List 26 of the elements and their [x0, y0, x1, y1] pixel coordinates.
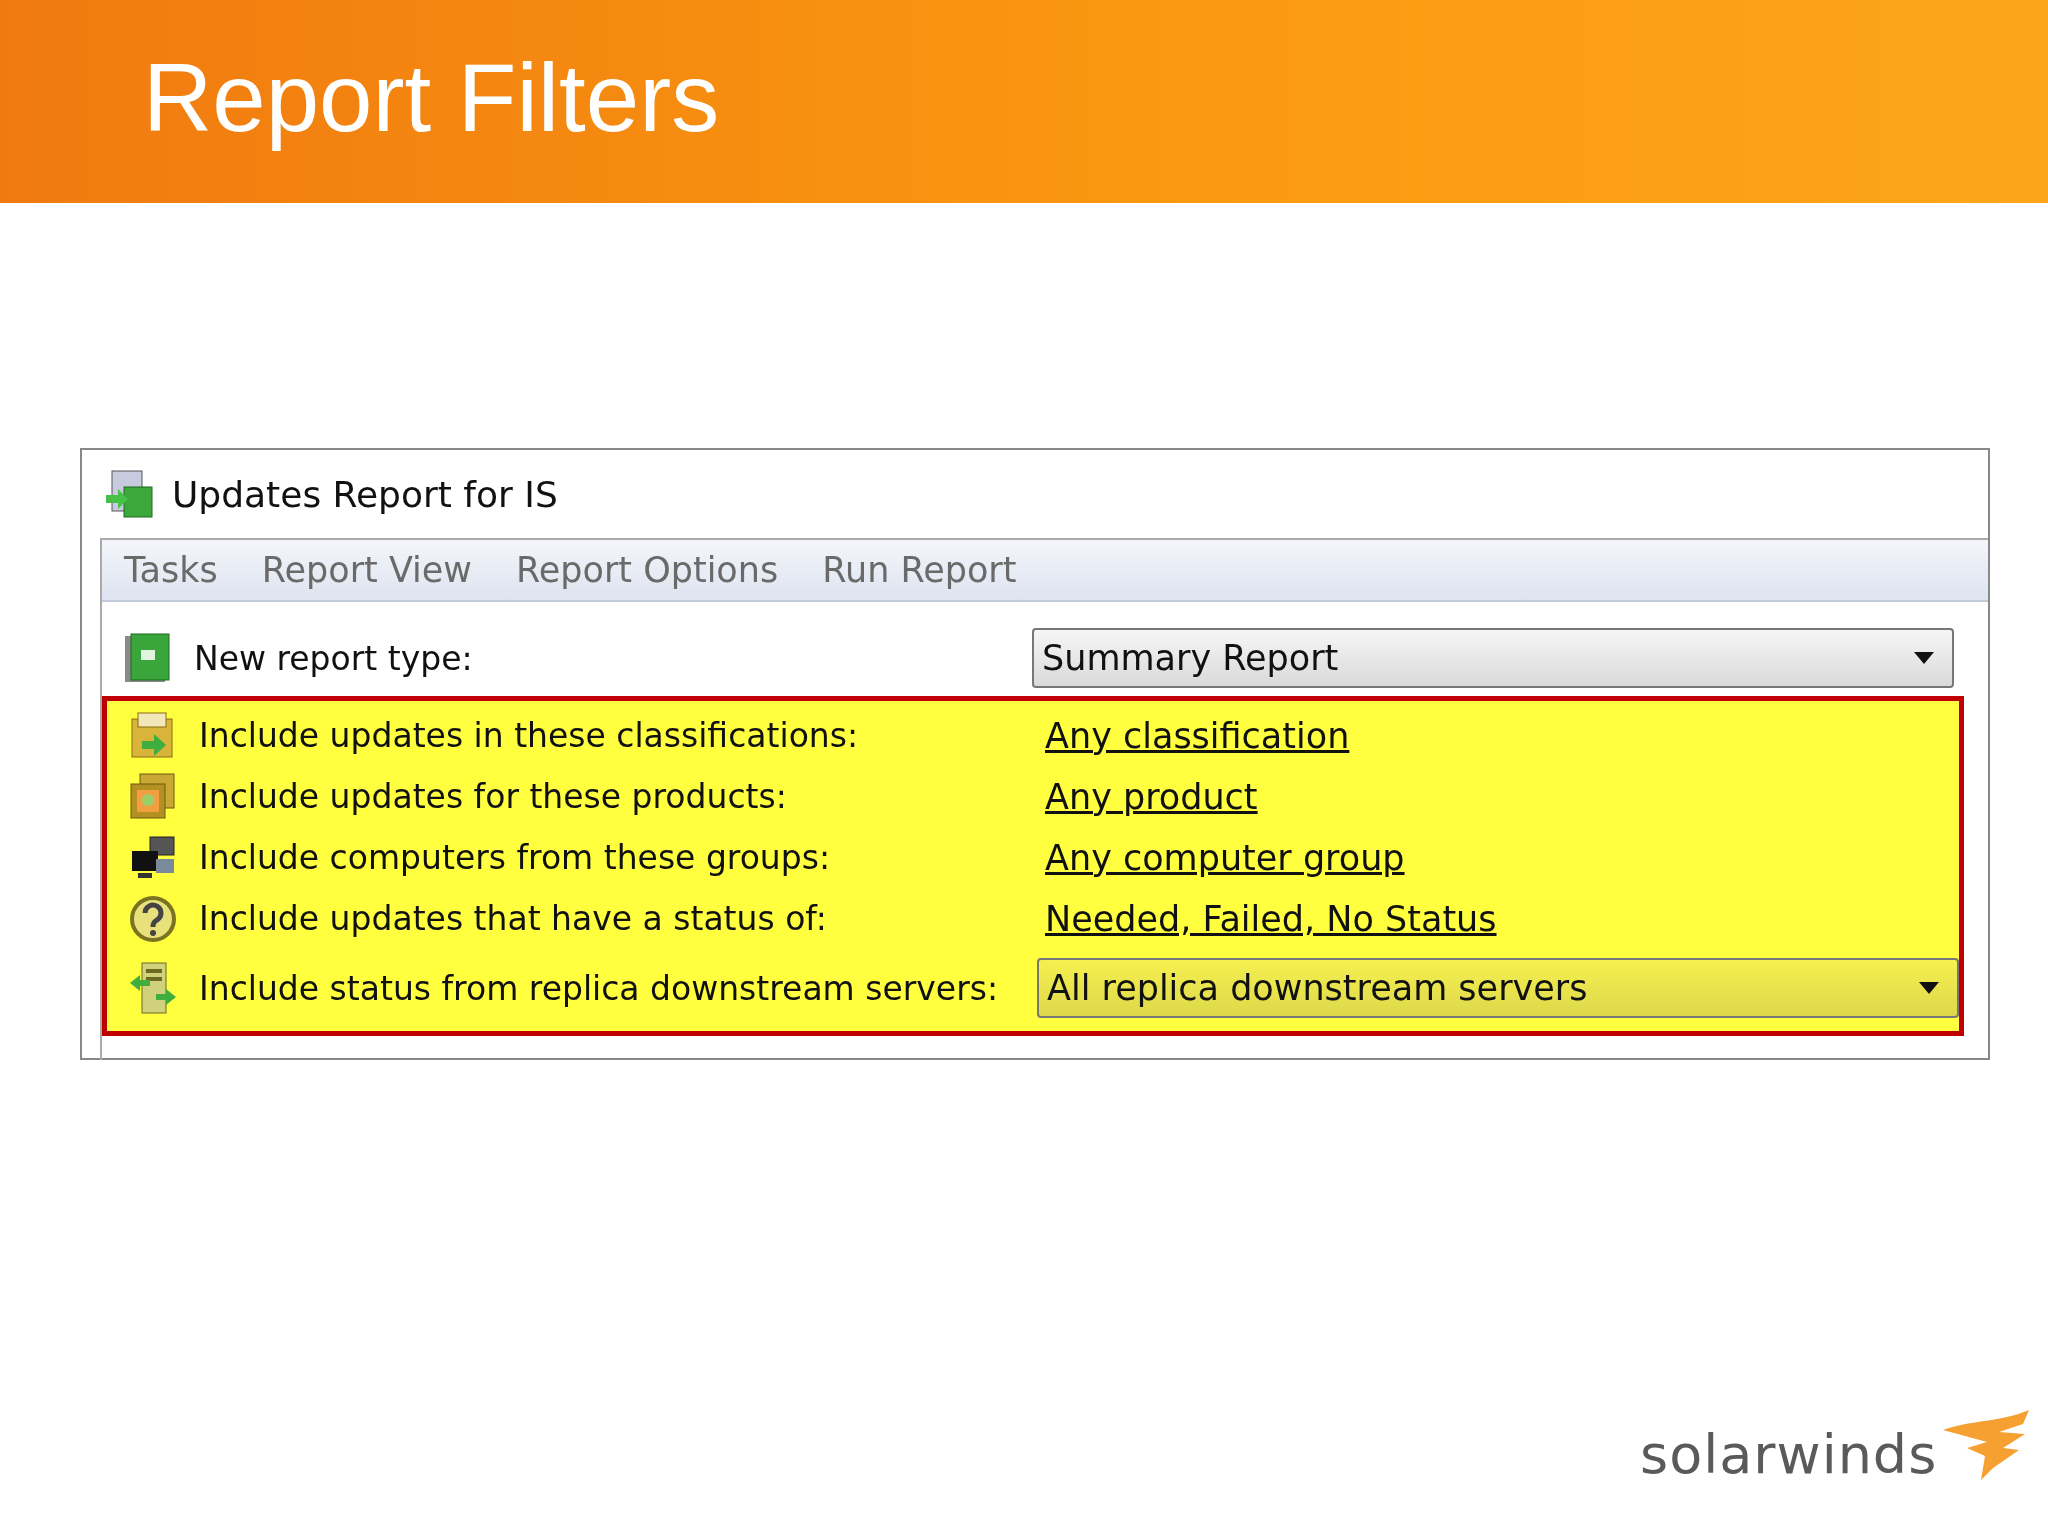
caret-icon — [1919, 982, 1939, 994]
slide-title: Report Filters — [142, 43, 721, 153]
filter-label: Include updates for these products: — [199, 777, 788, 816]
menu-item[interactable]: Report View — [261, 550, 472, 590]
window-title: Updates Report for IS — [172, 473, 558, 515]
filter-link[interactable]: Any product — [1037, 776, 1258, 817]
menu-item[interactable]: Run Report — [822, 550, 1017, 590]
menu-item[interactable]: Report Options — [516, 550, 779, 590]
filter-dropdown[interactable]: All replica downstream servers — [1037, 958, 1959, 1018]
filter-link[interactable]: Needed, Failed, No Status — [1037, 898, 1497, 939]
logo-text: solarwinds — [1640, 1428, 1938, 1482]
server-arrow-icon — [104, 469, 154, 519]
picture-stack-icon — [128, 771, 178, 822]
filter-label: Include updates that have a status of: — [199, 899, 828, 938]
caret-icon — [1914, 652, 1934, 664]
report-type-dropdown[interactable]: Summary Report — [1032, 628, 1954, 688]
filter-label: Include status from replica downstream servers: — [199, 968, 1000, 1008]
book-icon — [123, 632, 173, 684]
server-arrows-icon — [128, 961, 178, 1015]
field-label: New report type: — [194, 638, 474, 678]
question-mark-icon — [128, 893, 178, 944]
filter-label: Include computers from these groups: — [199, 838, 832, 877]
menu-item[interactable]: Tasks — [124, 550, 218, 590]
filter-link[interactable]: Any computer group — [1037, 837, 1405, 878]
filter-label: Include updates in these classifications: — [199, 716, 860, 755]
filter-link[interactable]: Any classification — [1037, 715, 1350, 756]
